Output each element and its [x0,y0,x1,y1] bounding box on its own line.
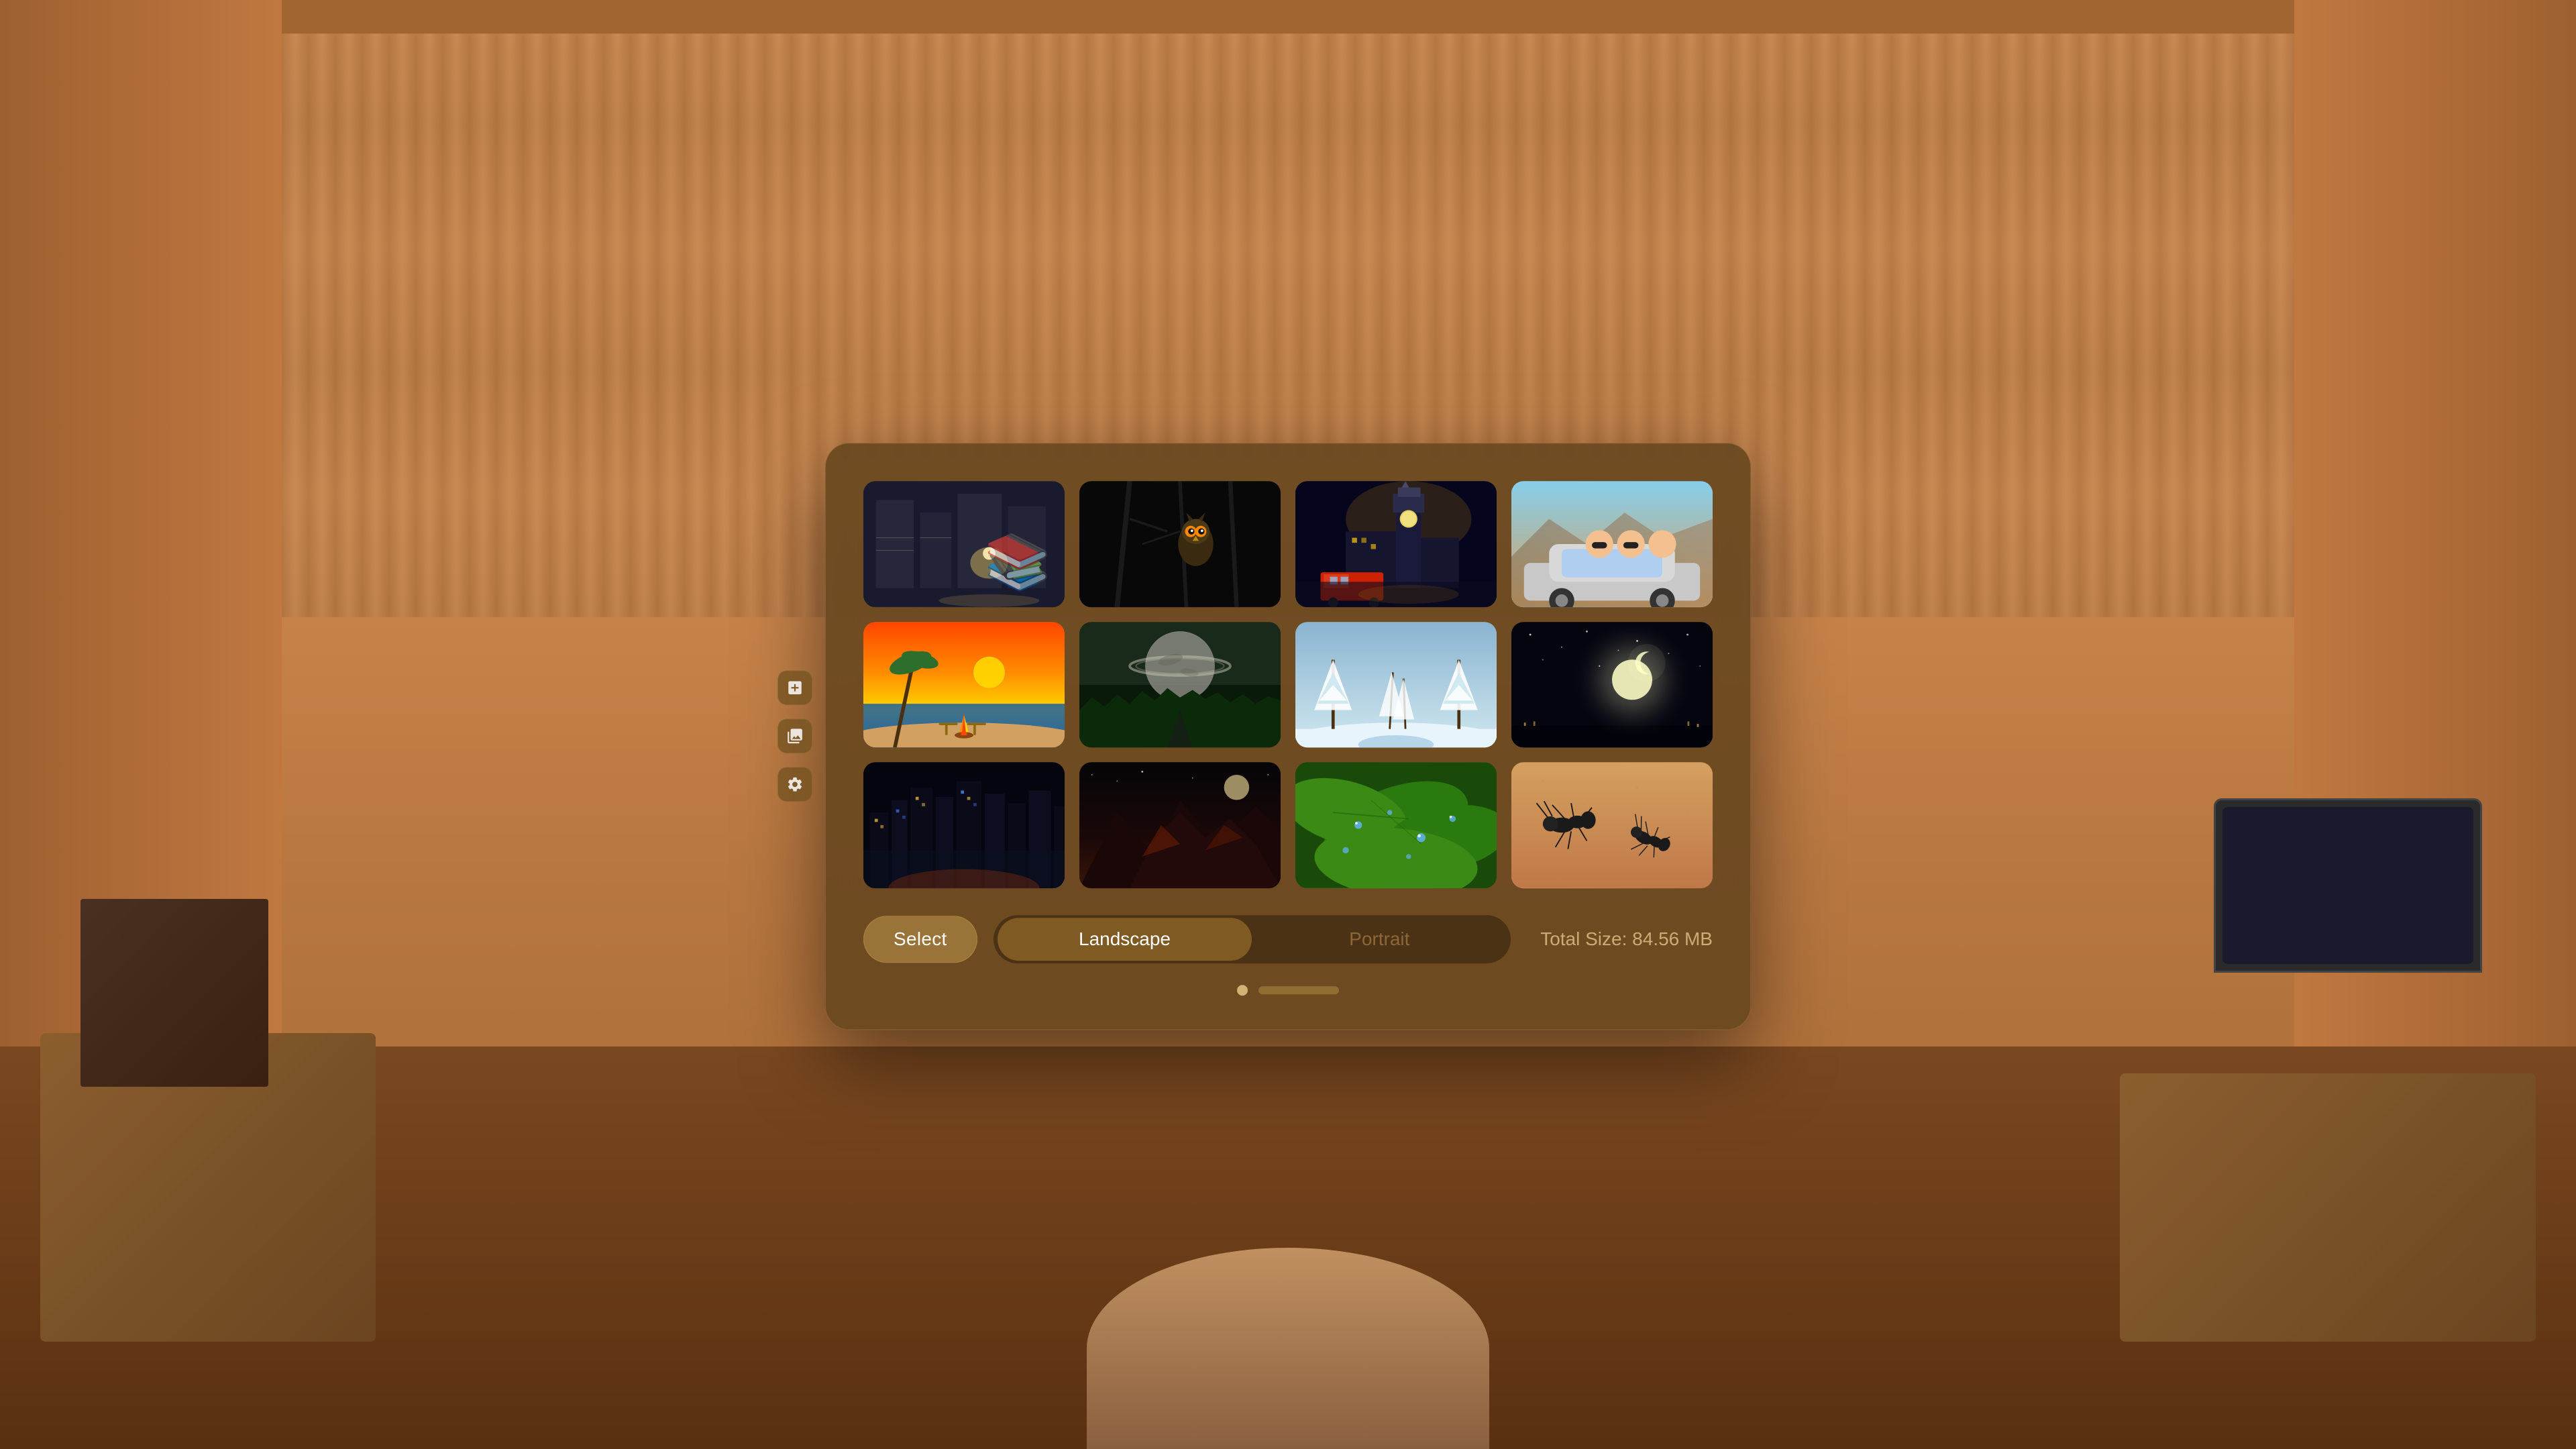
wallpaper-item[interactable] [1511,762,1713,888]
night-sky-image [1511,622,1713,748]
add-photo-icon-button[interactable] [777,670,812,705]
wallpaper-picker-panel: Select Landscape Portrait Total Size: 84… [825,443,1751,1030]
wallpaper-item[interactable] [1511,622,1713,748]
pagination-dots [863,985,1713,996]
planet-forest-image [1079,622,1281,748]
london-image [1295,481,1497,607]
winter-landscape-image [1295,622,1497,748]
bottom-toolbar: Select Landscape Portrait Total Size: 84… [863,915,1713,963]
select-button[interactable]: Select [863,916,977,963]
bottom-decor [1087,1248,1489,1449]
total-size-label: Total Size: 84.56 MB [1540,928,1713,950]
wallpaper-item[interactable] [863,762,1065,888]
mode-switcher: Landscape Portrait [994,915,1511,963]
ants-sand-image [1511,762,1713,888]
side-icon-bar [777,670,812,802]
table-left [40,1033,376,1342]
wallpaper-item[interactable] [1295,622,1497,748]
car-girls-image [1511,481,1713,607]
leaves-water-image [1295,762,1497,888]
library-image [863,481,1065,607]
wallpaper-item[interactable] [863,622,1065,748]
table-right [2120,1073,2536,1342]
pagination-dot-1[interactable] [1237,985,1248,996]
wallpaper-item[interactable] [863,481,1065,607]
beach-fire-image [863,622,1065,748]
landscape-mode-button[interactable]: Landscape [998,918,1252,961]
curtain-rod [255,0,2321,34]
wallpaper-grid [863,481,1713,888]
laptop [2214,798,2482,973]
city-skyline-image [863,762,1065,888]
mountain-night-image [1079,762,1281,888]
wallpaper-item[interactable] [1295,762,1497,888]
wallpaper-item[interactable] [1079,481,1281,607]
gallery-icon [786,727,804,745]
laptop-screen [2222,807,2473,964]
settings-icon-button[interactable] [777,767,812,802]
owl-image [1079,481,1281,607]
wallpaper-item[interactable] [1079,762,1281,888]
wallpaper-item[interactable] [1511,481,1713,607]
portrait-mode-button[interactable]: Portrait [1252,918,1507,961]
wallpaper-item[interactable] [1079,622,1281,748]
settings-gear-icon [786,775,804,793]
wallpaper-item[interactable] [1295,481,1497,607]
pagination-dot-2[interactable] [1258,986,1339,994]
add-photo-icon [786,679,804,696]
gallery-icon-button[interactable] [777,718,812,753]
box-on-table [80,899,268,1087]
